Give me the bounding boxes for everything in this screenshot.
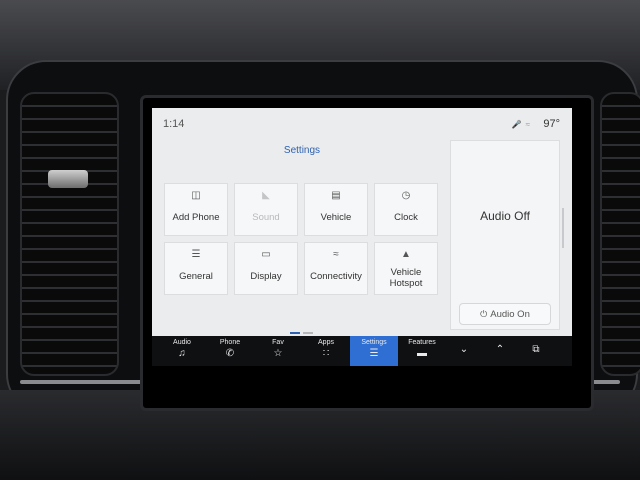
tile-label: Sound: [252, 212, 280, 223]
tile-label: Vehicle Hotspot: [389, 267, 423, 289]
page-title: Settings: [283, 145, 321, 156]
tile-sound[interactable]: ◣ Sound: [234, 183, 298, 236]
clock-icon: ◷: [401, 190, 411, 201]
nav-apps[interactable]: Apps ∷: [302, 336, 350, 366]
star-icon: ☆: [273, 348, 283, 359]
nav-label: Audio: [173, 339, 191, 346]
tile-vehicle[interactable]: ▤ Vehicle: [304, 183, 368, 236]
nav-features[interactable]: Features ▬: [398, 336, 446, 366]
tile-label: Vehicle: [320, 212, 352, 223]
status-icons: 🎤≈: [512, 120, 534, 129]
tile-vehicle-hotspot[interactable]: ▲ Vehicle Hotspot: [374, 242, 438, 295]
music-note-icon: ♫: [178, 348, 186, 359]
nav-label: Phone: [219, 339, 241, 346]
tile-label: General: [179, 271, 213, 282]
wifi-icon: ≈: [333, 249, 339, 260]
speaker-icon: ◣: [262, 190, 270, 201]
vehicle-icon: ▤: [331, 190, 341, 201]
bottom-nav-bar: Audio ♫ Phone ✆ Fav ☆ Apps ∷ Settings ☰ …: [152, 336, 572, 366]
nav-fav[interactable]: Fav ☆: [254, 336, 302, 366]
nav-audio[interactable]: Audio ♫: [158, 336, 206, 366]
audio-on-button[interactable]: ⏻ Audio On: [459, 303, 551, 325]
audio-panel: Audio Off ⏻ Audio On: [450, 140, 560, 330]
clock-time: 1:14: [163, 118, 185, 130]
outside-temperature: 97°: [543, 118, 560, 130]
nav-label: Apps: [318, 339, 334, 346]
tile-clock[interactable]: ◷ Clock: [374, 183, 438, 236]
tile-general[interactable]: ☰ General: [164, 242, 228, 295]
nav-label: Features: [408, 339, 436, 346]
infotainment-screen: 1:14 🎤≈ 97° Settings ◫ Add Phone ◣ Sound…: [152, 108, 572, 366]
vent-adjust-knob: [48, 170, 88, 188]
tile-add-phone[interactable]: ◫ Add Phone: [164, 183, 228, 236]
chevron-up-icon: ⌃: [495, 344, 505, 355]
sliders-icon: ☰: [369, 348, 379, 359]
nav-phone[interactable]: Phone ✆: [206, 336, 254, 366]
scrollbar[interactable]: [562, 208, 564, 248]
phone-icon: ✆: [225, 348, 235, 359]
audio-status: Audio Off: [480, 209, 530, 223]
tile-connectivity[interactable]: ≈ Connectivity: [304, 242, 368, 295]
car-wifi-icon: ▲: [401, 249, 411, 260]
audio-on-label: Audio On: [490, 309, 530, 320]
grid-icon: ∷: [322, 348, 330, 359]
phone-add-icon: ◫: [191, 190, 201, 201]
nav-label: Fav: [272, 339, 284, 346]
wifi-off-icon: ≈: [525, 120, 534, 129]
nav-label: Settings: [361, 339, 387, 346]
nav-expand[interactable]: ⌃: [482, 336, 518, 366]
right-air-vent: [600, 92, 640, 376]
display-icon: ▭: [261, 249, 271, 260]
chevron-down-icon: ⌄: [459, 344, 469, 355]
mic-muted-icon: 🎤: [511, 120, 526, 129]
nav-collapse[interactable]: ⌄: [446, 336, 482, 366]
copy-icon: ⧉: [532, 344, 540, 355]
power-icon: ⏻: [480, 309, 488, 319]
tile-label: Clock: [394, 212, 418, 223]
nav-settings[interactable]: Settings ☰: [350, 336, 398, 366]
tile-label: Add Phone: [172, 212, 220, 223]
tile-display[interactable]: ▭ Display: [234, 242, 298, 295]
nav-split-view[interactable]: ⧉: [518, 336, 554, 366]
sliders-icon: ☰: [191, 249, 201, 260]
page-dot-active: [290, 332, 300, 334]
tile-label: Connectivity: [310, 271, 362, 282]
left-air-vent: [20, 92, 119, 376]
tile-label: Display: [250, 271, 282, 282]
car-icon: ▬: [417, 348, 427, 359]
page-dot: [303, 332, 313, 334]
